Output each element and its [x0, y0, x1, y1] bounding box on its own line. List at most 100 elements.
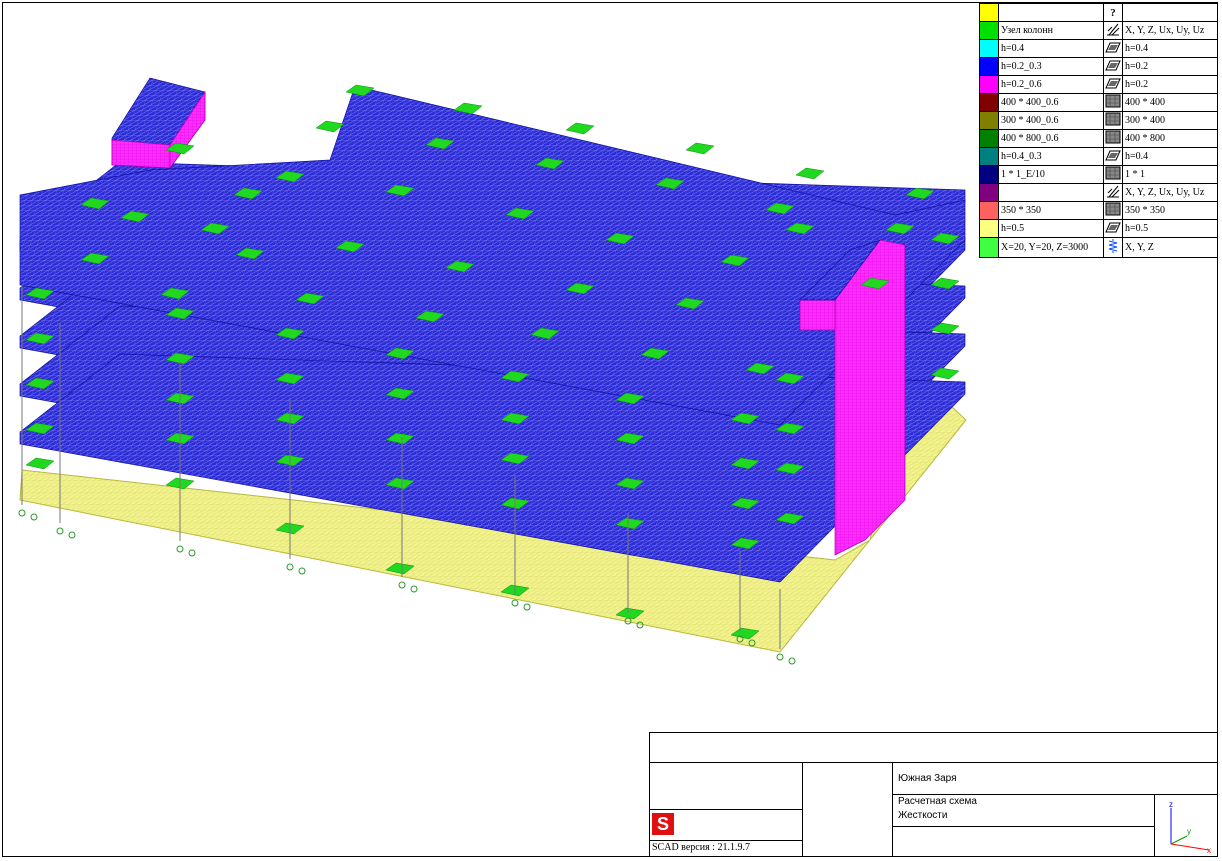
legend-color-swatch: [979, 183, 999, 202]
project-name: Южная Заря: [898, 773, 957, 784]
legend-label: h=0.4: [998, 39, 1104, 58]
legend-label: X=20, Y=20, Z=3000: [998, 237, 1104, 258]
legend-row: Узел колонн X, Y, Z, Ux, Uy, Uz: [979, 21, 1218, 40]
legend-color-swatch: [979, 147, 999, 166]
support-icon: [776, 653, 784, 661]
legend-description: 1 * 1: [1122, 165, 1218, 184]
legend-row: 350 * 350 350 * 350: [979, 201, 1218, 220]
core-wall: [799, 299, 836, 331]
legend-label: Узел колонн: [998, 21, 1104, 40]
support-icon: [18, 509, 26, 517]
legend-label: 400 * 800_0.6: [998, 129, 1104, 148]
scad-logo-letter: S: [656, 814, 669, 834]
support-icon: [511, 599, 519, 607]
legend-description: 350 * 350: [1122, 201, 1218, 220]
support-icon: [286, 563, 294, 571]
scad-version: SCAD версия : 21.1.9.7: [652, 842, 750, 853]
legend-color-swatch: [979, 57, 999, 76]
legend-description: 300 * 400: [1122, 111, 1218, 130]
stiffness-legend: ? Узел колонн X, Y, Z, Ux, Uy, Uz h=0.4 h=0.…: [979, 3, 1218, 258]
plate-icon: [1103, 39, 1123, 58]
legend-description: 400 * 800: [1122, 129, 1218, 148]
legend-description: 400 * 400: [1122, 93, 1218, 112]
legend-label: 400 * 400_0.6: [998, 93, 1104, 112]
legend-row: h=0.4_0.3 h=0.4: [979, 147, 1218, 166]
section-icon: [1103, 111, 1123, 130]
support-icon: [188, 549, 196, 557]
legend-label: h=0.2_0.6: [998, 75, 1104, 94]
axis-z-label: z: [1169, 800, 1173, 809]
legend-description: h=0.2: [1122, 75, 1218, 94]
legend-row: X=20, Y=20, Z=3000 X, Y, Z: [979, 237, 1218, 258]
section-icon: [1103, 93, 1123, 112]
axis-y-label: y: [1187, 827, 1191, 836]
support-icon: [56, 527, 64, 535]
legend-description: h=0.4: [1122, 147, 1218, 166]
axis-triad-icon: z y x: [1169, 800, 1211, 854]
legend-description: h=0.4: [1122, 39, 1218, 58]
plate-icon: [1103, 219, 1123, 238]
plate-icon: [1103, 147, 1123, 166]
support-icon: [30, 513, 38, 521]
support-icon: [68, 531, 76, 539]
legend-label: h=0.2_0.3: [998, 57, 1104, 76]
legend-color-swatch: [979, 219, 999, 238]
support-icon: [398, 581, 406, 589]
legend-description: h=0.5: [1122, 219, 1218, 238]
legend-color-swatch: [979, 39, 999, 58]
legend-color-swatch: [979, 237, 999, 258]
column-node-pad: [25, 457, 55, 470]
column-node-pad: [685, 142, 715, 155]
legend-description: X, Y, Z: [1122, 237, 1218, 258]
support-icon: [410, 585, 418, 593]
legend-row: 400 * 800_0.6 400 * 800: [979, 129, 1218, 148]
legend-row: h=0.2_0.6 h=0.2: [979, 75, 1218, 94]
legend-color-swatch: [979, 129, 999, 148]
support-icon: [523, 603, 531, 611]
legend-label: h=0.4_0.3: [998, 147, 1104, 166]
plate-icon: [1103, 57, 1123, 76]
spring-icon: [1103, 237, 1123, 258]
legend-row: h=0.4 h=0.4: [979, 39, 1218, 58]
legend-color-swatch: [979, 3, 999, 22]
axis-x-label: x: [1207, 846, 1211, 854]
legend-row: ?: [979, 3, 1218, 22]
legend-color-swatch: [979, 21, 999, 40]
legend-row: 1 * 1_E/10 1 * 1: [979, 165, 1218, 184]
legend-color-swatch: [979, 111, 999, 130]
stair-tower-wall: [111, 139, 171, 169]
legend-label: 350 * 350: [998, 201, 1104, 220]
legend-label: [998, 183, 1104, 202]
title-block: Южная Заря Расчетная схема Жесткости S S…: [649, 732, 1218, 857]
legend-color-swatch: [979, 93, 999, 112]
support-icon: [788, 657, 796, 665]
legend-color-swatch: [979, 75, 999, 94]
fixity-icon: [1103, 183, 1123, 202]
section-icon: [1103, 201, 1123, 220]
column-node-pad: [795, 167, 825, 180]
legend-description: h=0.2: [1122, 57, 1218, 76]
legend-row: h=0.5 h=0.5: [979, 219, 1218, 238]
legend-row: X, Y, Z, Ux, Uy, Uz: [979, 183, 1218, 202]
legend-header-icon: ?: [1110, 6, 1116, 19]
sheet-subtitle: Жесткости: [898, 810, 948, 821]
legend-description: X, Y, Z, Ux, Uy, Uz: [1122, 21, 1218, 40]
fixity-icon: [1103, 21, 1123, 40]
legend-color-swatch: [979, 165, 999, 184]
support-icon: [298, 567, 306, 575]
legend-label: [998, 3, 1104, 22]
section-icon: [1103, 165, 1123, 184]
column-node-pad: [565, 122, 595, 135]
legend-label: 1 * 1_E/10: [998, 165, 1104, 184]
sheet-title: Расчетная схема: [898, 796, 977, 807]
section-icon: [1103, 129, 1123, 148]
legend-label: h=0.5: [998, 219, 1104, 238]
legend-label: 300 * 400_0.6: [998, 111, 1104, 130]
legend-description: [1122, 3, 1218, 22]
support-icon: [176, 545, 184, 553]
legend-row: 400 * 400_0.6 400 * 400: [979, 93, 1218, 112]
legend-description: X, Y, Z, Ux, Uy, Uz: [1122, 183, 1218, 202]
legend-row: 300 * 400_0.6 300 * 400: [979, 111, 1218, 130]
legend-row: h=0.2_0.3 h=0.2: [979, 57, 1218, 76]
legend-color-swatch: [979, 201, 999, 220]
